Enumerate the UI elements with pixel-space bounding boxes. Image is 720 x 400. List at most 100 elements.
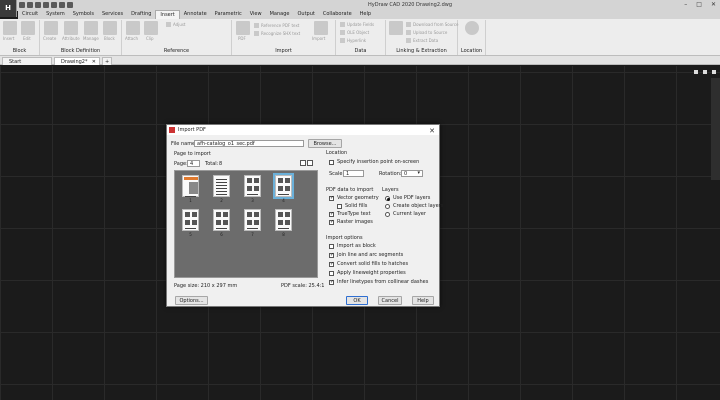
grid-view-icon[interactable] [307,160,313,166]
page-number-7: 7 [251,232,254,237]
menu-manage[interactable]: Manage [266,10,294,19]
window-title: HyDraw CAD 2020 Drawing2.dwg [368,2,453,8]
create-object-layers-radio[interactable]: Create object layers [385,203,443,209]
use-pdf-layers-radio[interactable]: Use PDF layers [385,195,430,201]
data-link-icon[interactable] [389,21,403,35]
page-thumbnail-5[interactable] [182,209,199,231]
convert-solid-fills-checkbox[interactable]: Convert solid fills to hatches [329,261,408,267]
hyperlink-item[interactable]: Hyperlink [340,38,366,43]
minimize-icon[interactable]: – [684,1,687,8]
attach-icon[interactable] [126,21,140,35]
print-icon[interactable] [51,2,57,8]
new-tab-button[interactable]: + [102,57,112,65]
group-label-linking: Linking & Extraction [396,48,447,54]
raster-images-checkbox[interactable]: Raster images [329,219,373,225]
menu-view[interactable]: View [246,10,266,19]
block-editor-icon[interactable] [103,21,117,35]
help-button[interactable]: Help [412,296,434,305]
menu-services[interactable]: Services [98,10,127,19]
page-thumbnail-2[interactable] [213,175,230,197]
adjust-item[interactable]: Adjust [166,22,186,27]
file-name-field[interactable]: afh-catalog_o1_sec.pdf [194,140,304,147]
close-tab-icon[interactable]: ✕ [92,58,96,66]
group-label-reference: Reference [163,48,190,54]
page-thumbnail-7[interactable] [244,209,261,231]
page-number-input[interactable]: 4 [187,160,200,167]
update-fields-item[interactable]: Update Fields [340,22,374,27]
clip-icon[interactable] [144,21,158,35]
globe-icon[interactable] [465,21,479,35]
page-thumbnail-4[interactable] [273,173,294,199]
save-icon[interactable] [35,2,41,8]
menu-help[interactable]: Help [356,10,375,19]
download-source-item[interactable]: Download from Source [406,22,458,27]
menu-collaborate[interactable]: Collaborate [319,10,356,19]
scale-label: Scale: [329,171,345,177]
vector-geometry-checkbox[interactable]: Vector geometry [329,195,379,201]
undo-icon[interactable] [59,2,65,8]
reference-pdf-text-item[interactable]: Reference PDF text [254,23,299,28]
pdf-data-label: PDF data to import [326,187,374,193]
page-thumbnail-1[interactable] [182,175,199,197]
viewport-minimize-icon[interactable] [694,70,698,74]
apply-lineweight-checkbox[interactable]: Apply lineweight properties [329,270,406,276]
menu-symbols[interactable]: Symbols [69,10,98,19]
edit-block-icon[interactable] [21,21,35,35]
ole-object-item[interactable]: OLE Object [340,30,369,35]
scale-input[interactable]: 1 [343,170,364,177]
menu-parametric[interactable]: Parametric [211,10,246,19]
upload-source-item[interactable]: Upload to Source [406,30,447,35]
browse-button[interactable]: Browse... [308,139,342,148]
viewport-close-icon[interactable] [712,70,716,74]
cancel-button[interactable]: Cancel [378,296,402,305]
menu-output[interactable]: Output [293,10,318,19]
join-line-arc-checkbox[interactable]: Join line and arc segments [329,252,403,258]
extract-data-item[interactable]: Extract Data [406,38,438,43]
vector-geometry-box [329,195,334,201]
new-icon[interactable] [19,2,25,8]
tab-start[interactable]: Start [2,57,52,65]
vertical-scrollbar[interactable] [711,78,720,180]
rotation-select[interactable]: 0 ▾ [401,170,423,177]
import-as-block-checkbox[interactable]: Import as block [329,243,376,249]
manage-attributes-icon[interactable] [84,21,98,35]
page-thumbnail-3[interactable] [244,175,261,197]
attribute-icon[interactable] [64,21,78,35]
ok-button[interactable]: OK [346,296,368,305]
page-number-8: 8 [282,232,285,237]
new-tab-label: + [105,59,110,65]
pdf-import-icon[interactable] [236,21,250,35]
menu-drafting[interactable]: Drafting [127,10,155,19]
viewport-restore-icon[interactable] [703,70,707,74]
solid-fills-checkbox[interactable]: Solid fills [337,203,367,209]
create-object-layers-dot [385,203,390,209]
truetype-text-checkbox[interactable]: TrueType text [329,211,371,217]
single-page-view-icon[interactable] [300,160,306,166]
options-button[interactable]: Options... [175,296,208,305]
import-icon[interactable] [314,21,328,35]
page-thumbnail-8[interactable] [275,209,292,231]
current-layer-radio[interactable]: Current layer [385,211,426,217]
save-as-icon[interactable] [43,2,49,8]
menu-annotate[interactable]: Annotate [180,10,211,19]
create-block-icon[interactable] [44,21,58,35]
close-icon[interactable]: ✕ [711,1,716,8]
insert-block-icon[interactable] [3,21,17,35]
specify-insertion-checkbox[interactable]: Specify insertion point on-screen [329,159,419,165]
redo-icon[interactable] [67,2,73,8]
app-logo[interactable]: H [0,0,17,17]
create-object-layers-label: Create object layers [393,203,444,209]
page-number-3: 3 [251,198,254,203]
menu-system[interactable]: System [42,10,69,19]
recognize-shx-item[interactable]: Recognize SHX text [254,31,300,36]
page-thumbnail-6[interactable] [213,209,230,231]
dialog-close-icon[interactable]: ✕ [429,126,435,136]
infer-linetypes-checkbox[interactable]: Infer linetypes from collinear dashes [329,279,428,285]
menu-insert[interactable]: Insert [155,10,180,19]
tab-drawing2[interactable]: Drawing2* ✕ [54,57,100,65]
open-icon[interactable] [27,2,33,8]
infer-linetypes-box [329,279,334,285]
menu-circuit[interactable]: Circuit [18,10,42,19]
group-label-data: Data [354,48,367,54]
maximize-icon[interactable]: □ [696,1,702,8]
